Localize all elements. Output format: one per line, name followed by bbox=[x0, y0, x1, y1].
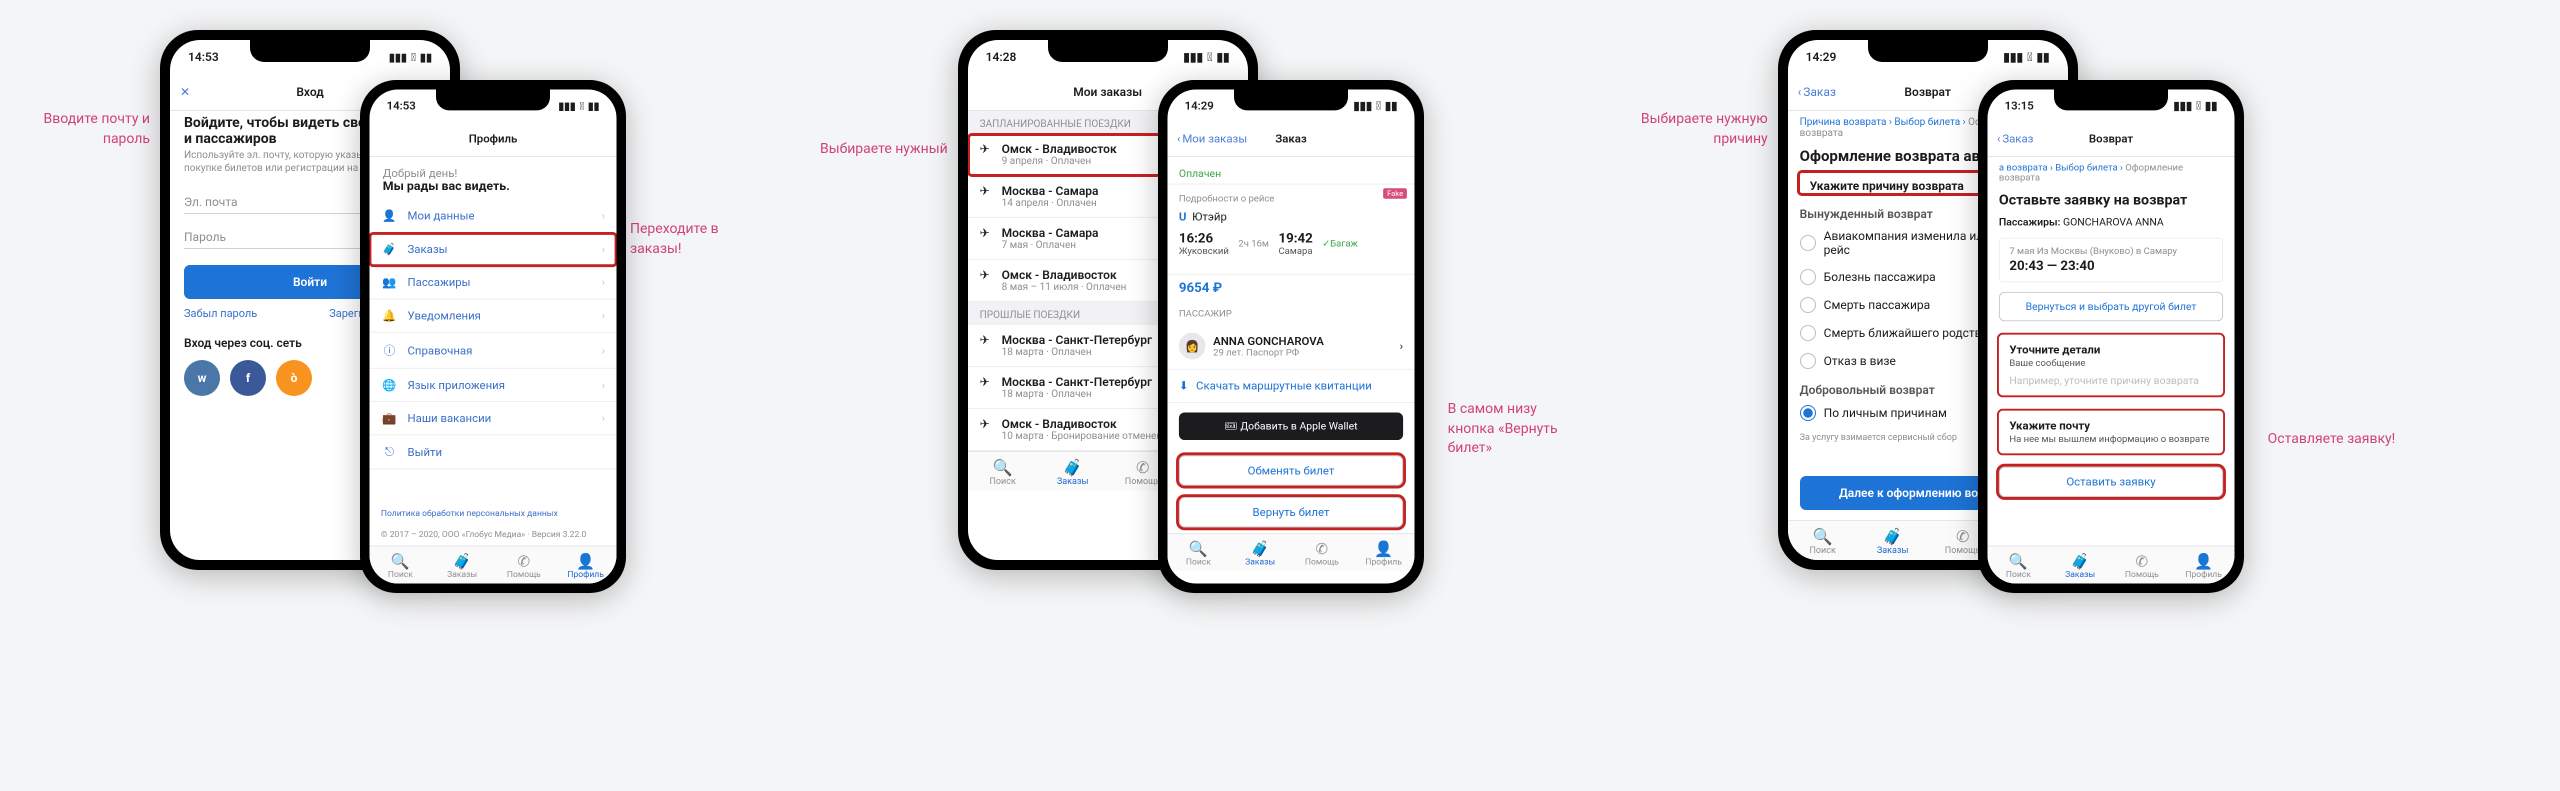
tab-search[interactable]: 🔍Поиск bbox=[1987, 546, 2049, 583]
status-badge: Оплачен bbox=[1179, 167, 1221, 179]
greet-1: Добрый день! bbox=[383, 166, 603, 179]
menu-help[interactable]: ⓘ Справочная › bbox=[370, 333, 617, 369]
menu-my-data[interactable]: 👤 Мои данные › bbox=[370, 200, 617, 233]
tab-search[interactable]: 🔍Поиск bbox=[968, 452, 1038, 491]
back-button[interactable]: ‹ Мои заказы bbox=[1177, 132, 1247, 145]
tab-orders[interactable]: 🧳Заказы bbox=[431, 546, 493, 583]
tab-orders[interactable]: 🧳Заказы bbox=[1858, 521, 1928, 560]
price: 9654 ₽ bbox=[1167, 275, 1414, 296]
carrier-name: Ютэйр bbox=[1192, 210, 1227, 223]
plane-icon: ✈ bbox=[980, 142, 994, 156]
info-icon: ⓘ bbox=[381, 342, 398, 358]
chevron-right-icon: › bbox=[602, 242, 605, 255]
submit-button[interactable]: Оставить заявку bbox=[1999, 467, 2223, 497]
annotation-refund-btn: В самом низу кнопка «Вернуть билет» bbox=[1448, 400, 1578, 459]
download-icon: ⬇ bbox=[1179, 379, 1189, 392]
vk-icon[interactable]: w bbox=[184, 360, 220, 396]
policy-link[interactable]: Политика обработки персональных данных bbox=[370, 504, 617, 525]
menu-passengers[interactable]: 👥 Пассажиры › bbox=[370, 266, 617, 299]
copyright: © 2017 – 2020, ООО «Глобус Медиа» · Верс… bbox=[370, 525, 617, 546]
tab-orders[interactable]: 🧳Заказы bbox=[2049, 546, 2111, 583]
bag-icon: 🧳 bbox=[381, 242, 398, 255]
download-link[interactable]: ⬇ Скачать маршрутные квитанции bbox=[1167, 370, 1414, 403]
wallet-icon: 🎟 bbox=[1224, 420, 1237, 432]
tab-profile[interactable]: 👤Профиль bbox=[555, 546, 617, 583]
annotation-reason: Выбираете нужную причину bbox=[1638, 110, 1768, 149]
tab-search[interactable]: 🔍Поиск bbox=[370, 546, 432, 583]
tab-profile[interactable]: 👤Профиль bbox=[1352, 534, 1414, 571]
back-button[interactable]: ‹ Заказ bbox=[1798, 85, 1836, 99]
navbar-profile: Профиль bbox=[370, 122, 617, 157]
annotation-submit: Оставляете заявку! bbox=[2268, 430, 2396, 450]
change-ticket-button[interactable]: Вернуться и выбрать другой билет bbox=[1999, 292, 2223, 321]
tab-orders[interactable]: 🧳Заказы bbox=[1038, 452, 1108, 491]
phone-refund-request: 13:15▮▮▮􀙇▮▮ ‹ Заказ Возврат а возврата ›… bbox=[1978, 80, 2244, 593]
bell-icon: 🔔 bbox=[381, 309, 398, 322]
phone-order-detail: 14:29▮▮▮􀙇▮▮ ‹ Мои заказы Заказ Оплачен F… bbox=[1158, 80, 1424, 593]
person-icon: 👤 bbox=[381, 209, 398, 222]
tab-bar: 🔍Поиск 🧳Заказы ✆Помощь 👤Профиль bbox=[370, 546, 617, 584]
close-icon[interactable]: ✕ bbox=[180, 85, 190, 99]
phone-profile: 14:53 ▮▮▮􀙇▮▮ Профиль Добрый день! Мы рад… bbox=[360, 80, 626, 593]
apple-wallet-button[interactable]: 🎟 Добавить в Apple Wallet bbox=[1179, 413, 1403, 441]
carrier-icon: U bbox=[1179, 210, 1187, 223]
exchange-button[interactable]: Обменять билет bbox=[1179, 455, 1403, 485]
menu-orders[interactable]: 🧳 Заказы › bbox=[370, 233, 617, 266]
refund-button[interactable]: Вернуть билет bbox=[1179, 497, 1403, 527]
breadcrumb: а возврата › Выбор билета › Оформление в… bbox=[1987, 157, 2234, 189]
dep-time: 16:26 bbox=[1179, 231, 1229, 246]
back-button[interactable]: ‹ Заказ bbox=[1997, 132, 2033, 145]
fake-badge: Fake bbox=[1383, 188, 1407, 198]
route-card: 7 мая Из Москвы (Внуково) в Самару 20:43… bbox=[1999, 238, 2223, 283]
annotation-orders: Переходите в заказы! bbox=[630, 220, 760, 259]
menu-vacancies[interactable]: 💼 Наши вакансии › bbox=[370, 402, 617, 435]
details-field[interactable]: Уточните детали Ваше сообщение Например,… bbox=[1999, 335, 2223, 396]
annotation-choose: Выбираете нужный bbox=[820, 140, 948, 160]
tab-help[interactable]: ✆Помощь bbox=[1291, 534, 1353, 571]
tab-help[interactable]: ✆Помощь bbox=[493, 546, 555, 583]
exit-icon: ⎋ bbox=[381, 445, 398, 459]
duration: 2ч 16м bbox=[1238, 239, 1269, 249]
greet-2: Мы рады вас видеть. bbox=[383, 180, 603, 194]
chevron-right-icon: › bbox=[602, 209, 605, 222]
page-title: Оставьте заявку на возврат bbox=[1987, 189, 2234, 210]
forgot-link[interactable]: Забыл пароль bbox=[184, 307, 257, 320]
pax-name: GONCHAROVA ANNA bbox=[2063, 216, 2164, 228]
menu-exit[interactable]: ⎋ Выйти bbox=[370, 435, 617, 469]
tab-orders[interactable]: 🧳Заказы bbox=[1229, 534, 1291, 571]
facebook-icon[interactable]: f bbox=[230, 360, 266, 396]
baggage-badge: ✓Багаж bbox=[1322, 239, 1358, 249]
pax-label: Пассажир bbox=[1167, 296, 1414, 324]
briefcase-icon: 💼 bbox=[381, 412, 398, 425]
tab-profile[interactable]: 👤Профиль bbox=[2172, 546, 2234, 583]
pax-label: Пассажиры: bbox=[1999, 216, 2060, 228]
avatar-icon: 👩 bbox=[1179, 333, 1206, 360]
annotation-email: Вводите почту и пароль bbox=[20, 110, 150, 149]
passenger-row[interactable]: 👩 ANNA GONCHAROVA 29 лет. Паспорт РФ › bbox=[1167, 323, 1414, 370]
menu-notifications[interactable]: 🔔 Уведомления › bbox=[370, 299, 617, 332]
tab-search[interactable]: 🔍Поиск bbox=[1788, 521, 1858, 560]
globe-icon: 🌐 bbox=[381, 378, 398, 391]
flight-details-label: Подробности о рейсе bbox=[1179, 194, 1403, 204]
tab-help[interactable]: ✆Помощь bbox=[2111, 546, 2173, 583]
menu-language[interactable]: 🌐 Язык приложения › bbox=[370, 369, 617, 402]
email-field[interactable]: Укажите почту На нее мы вышлем информаци… bbox=[1999, 411, 2223, 454]
arr-time: 19:42 bbox=[1278, 231, 1312, 246]
ok-icon[interactable]: ò bbox=[276, 360, 312, 396]
people-icon: 👥 bbox=[381, 276, 398, 289]
tab-search[interactable]: 🔍Поиск bbox=[1167, 534, 1229, 571]
